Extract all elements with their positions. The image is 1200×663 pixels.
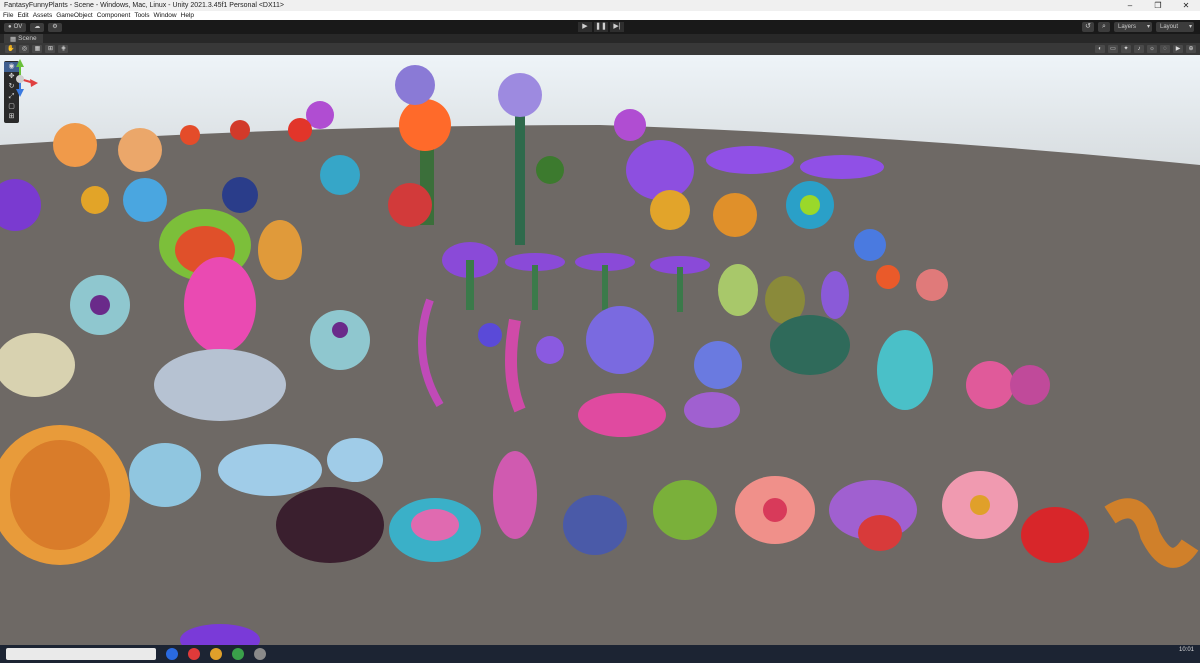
scene-tab-icon: ▦ <box>10 35 17 43</box>
rect-tool-button[interactable]: ▢ <box>4 102 19 112</box>
grid-icon: ▦ <box>34 46 41 52</box>
pause-button[interactable]: ❚❚ <box>594 22 608 32</box>
history-button[interactable]: ↺ <box>1082 22 1094 32</box>
effects-toggle-button[interactable]: ☼ <box>1147 45 1157 53</box>
account-dropdown[interactable]: ● OV <box>4 22 27 32</box>
account-label: OV <box>13 23 23 30</box>
snap-increment-button[interactable]: ⊞ <box>45 45 56 53</box>
settings-icon: ⚙ <box>52 23 58 30</box>
taskbar-app-icon[interactable] <box>210 648 222 660</box>
layout-dropdown[interactable]: Layout <box>1156 22 1194 32</box>
effects-icon: ☼ <box>1149 46 1155 52</box>
step-button[interactable]: ▶| <box>610 22 624 32</box>
maximize-button[interactable]: ❐ <box>1144 0 1172 11</box>
tab-scene[interactable]: ▦ Scene <box>4 34 43 43</box>
transform-icon: ⊞ <box>8 113 15 120</box>
lighting-toggle-button[interactable]: ✦ <box>1121 45 1131 53</box>
system-tray: 10:01 <box>1179 647 1194 653</box>
hand-tool-button[interactable]: ✋ <box>5 45 17 53</box>
pivot-icon: ◎ <box>21 46 28 52</box>
pivot-button[interactable]: ◎ <box>19 45 30 53</box>
scene-view-options: ◐ ▭ ✦ ♪ ☼ ◌ ▶ ⊕ <box>1095 45 1196 53</box>
eye-off-icon: ◌ <box>1163 46 1167 52</box>
audio-icon: ♪ <box>1137 46 1141 52</box>
play-controls: ▶ ❚❚ ▶| <box>578 22 624 32</box>
collab-button[interactable]: ⚙ <box>48 22 62 32</box>
clock[interactable]: 10:01 <box>1179 647 1194 653</box>
menu-help[interactable]: Help <box>181 11 194 20</box>
taskbar-search[interactable] <box>6 648 156 660</box>
hidden-objects-button[interactable]: ◌ <box>1160 45 1170 53</box>
menu-gameobject[interactable]: GameObject <box>56 11 93 20</box>
scene-view-toolbar: ✋ ◎ ▦ ⊞ ⋕ ◐ ▭ ✦ ♪ ☼ ◌ ▶ ⊕ <box>0 43 1200 55</box>
transform-tool-button[interactable]: ⊞ <box>4 112 19 122</box>
scene-view[interactable]: ◉ ✥ ↻ ⤢ ▢ ⊞ <box>0 55 1200 645</box>
2d-toggle-button[interactable]: ▭ <box>1108 45 1118 53</box>
gizmos-icon: ⊕ <box>1188 46 1194 52</box>
search-button[interactable]: ⌕ <box>1098 22 1110 32</box>
2d-icon: ▭ <box>1110 46 1116 52</box>
taskbar-app-icon[interactable] <box>254 648 266 660</box>
menu-tools[interactable]: Tools <box>134 11 149 20</box>
window-controls: – ❐ ✕ <box>1116 0 1200 11</box>
menu-component[interactable]: Component <box>97 11 131 20</box>
layers-dropdown[interactable]: Layers <box>1114 22 1152 32</box>
rect-icon: ▢ <box>8 103 15 110</box>
scene-render <box>0 55 1200 645</box>
scene-tabbar: ▦ Scene <box>0 34 1200 43</box>
sphere-icon: ◐ <box>1098 46 1102 52</box>
menu-window[interactable]: Window <box>154 11 177 20</box>
snap-icon: ⊞ <box>47 46 53 52</box>
window-titlebar: FantasyFunnyPlants - Scene - Windows, Ma… <box>0 0 1200 11</box>
light-icon: ✦ <box>1123 46 1129 52</box>
search-icon: ⌕ <box>1102 23 1106 30</box>
menu-file[interactable]: File <box>3 11 13 20</box>
play-button[interactable]: ▶ <box>578 22 592 32</box>
grid-visibility-icon: ⋕ <box>60 46 66 52</box>
account-icon: ● <box>8 23 12 30</box>
minimize-button[interactable]: – <box>1116 0 1144 11</box>
os-taskbar: 10:01 <box>0 645 1200 663</box>
hand-icon: ✋ <box>7 46 15 52</box>
taskbar-app-icon[interactable] <box>188 648 200 660</box>
menu-assets[interactable]: Assets <box>33 11 53 20</box>
grid-snap-button[interactable]: ▦ <box>32 45 43 53</box>
history-icon: ↺ <box>1085 23 1091 30</box>
camera-icon: ▶ <box>1175 46 1181 52</box>
taskbar-app-icon[interactable] <box>232 648 244 660</box>
main-toolbar: ● OV ☁ ⚙ ▶ ❚❚ ▶| ↺ ⌕ Layers Layout <box>0 20 1200 34</box>
draw-mode-button[interactable]: ◐ <box>1095 45 1105 53</box>
window-title: FantasyFunnyPlants - Scene - Windows, Ma… <box>4 2 285 9</box>
tab-scene-label: Scene <box>18 35 37 42</box>
menu-edit[interactable]: Edit <box>17 11 28 20</box>
cloud-icon: ☁ <box>34 23 41 30</box>
cloud-button[interactable]: ☁ <box>30 22 45 32</box>
orientation-gizmo[interactable] <box>0 55 40 103</box>
gizmos-button[interactable]: ⊕ <box>1186 45 1196 53</box>
close-button[interactable]: ✕ <box>1172 0 1200 11</box>
grid-visibility-button[interactable]: ⋕ <box>58 45 69 53</box>
menu-bar: File Edit Assets GameObject Component To… <box>0 11 1200 20</box>
camera-settings-button[interactable]: ▶ <box>1173 45 1183 53</box>
taskbar-app-icon[interactable] <box>166 648 178 660</box>
audio-toggle-button[interactable]: ♪ <box>1134 45 1144 53</box>
toolbar-right: ↺ ⌕ Layers Layout <box>1082 22 1194 32</box>
